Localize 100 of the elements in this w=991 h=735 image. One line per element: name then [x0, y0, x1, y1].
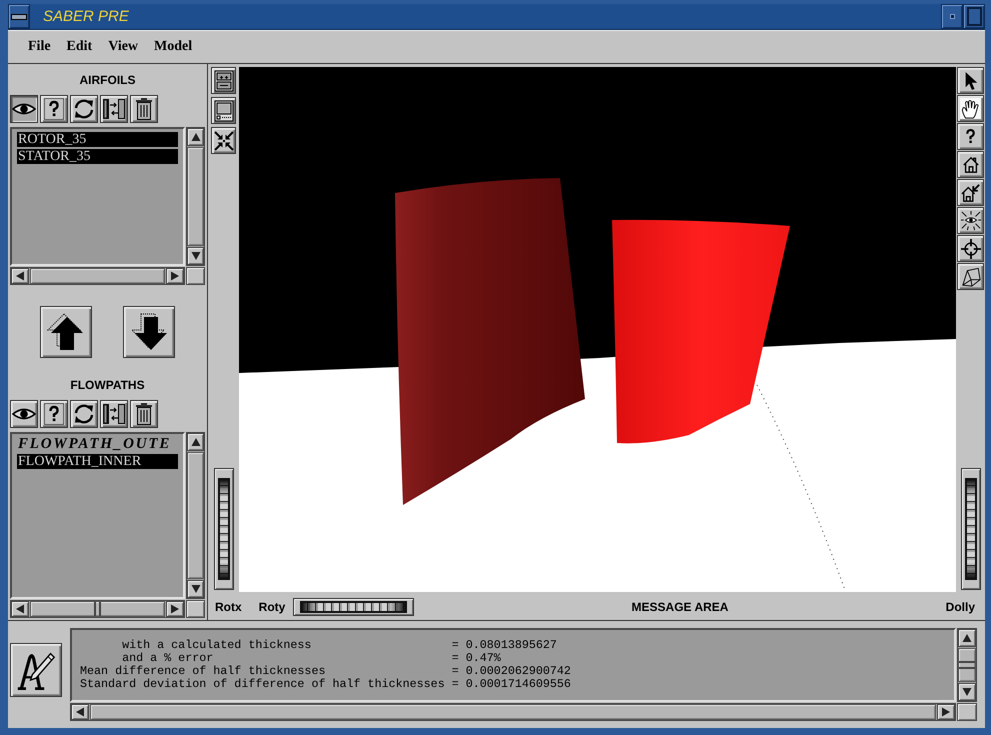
vertical-scrollbar[interactable] [957, 628, 977, 702]
list-item[interactable]: FLOWPATH_OUTE [17, 437, 178, 452]
hand-button[interactable] [957, 95, 984, 122]
thumbwheel[interactable] [214, 468, 234, 590]
vertical-scrollbar[interactable] [186, 432, 205, 599]
horizontal-scrollbar[interactable] [70, 703, 956, 721]
vertical-scrollbar[interactable] [186, 127, 205, 266]
down-arrow-icon [190, 584, 200, 594]
scroll-down-button[interactable] [187, 247, 204, 265]
view-all-button[interactable] [957, 207, 984, 234]
home-button[interactable] [957, 151, 984, 178]
up-arrow-icon [962, 633, 972, 643]
perspective-button[interactable] [957, 263, 984, 290]
scroll-thumb[interactable] [90, 704, 936, 720]
horizontal-scrollbar[interactable] [10, 600, 185, 618]
thumbwheel[interactable] [293, 598, 414, 616]
scroll-thumb[interactable] [958, 648, 976, 682]
up-arrow-icon [46, 312, 86, 352]
message-label: Standard deviation of difference of half thicknesses [80, 678, 445, 691]
move-up-button[interactable] [40, 306, 92, 358]
refresh-icon [73, 403, 95, 425]
delete-button[interactable] [130, 400, 158, 428]
section-title: AIRFOILS [80, 72, 136, 88]
scroll-left-button[interactable] [71, 704, 89, 720]
panel-button[interactable] [211, 67, 236, 94]
down-arrow-icon [129, 312, 169, 352]
visibility-button[interactable] [10, 400, 38, 428]
message-value: = 0.47% [452, 652, 501, 665]
shrink-arrows-icon [214, 130, 234, 150]
crosshair-icon [960, 238, 980, 258]
scroll-thumb[interactable] [187, 452, 204, 579]
window-menu-button[interactable] [8, 4, 30, 29]
down-arrow-icon [962, 687, 972, 697]
right-arrow-icon [941, 707, 951, 717]
pointer-button[interactable] [957, 67, 984, 94]
left-arrow-icon [75, 707, 85, 717]
eye-icon [12, 407, 36, 421]
refresh-button[interactable] [70, 400, 98, 428]
menu-item[interactable]: Edit [66, 39, 92, 55]
scrollbar-corner [957, 703, 977, 721]
visibility-button[interactable] [10, 95, 38, 123]
maximize-button[interactable] [963, 4, 985, 29]
message-value: = 0.0002062900742 [452, 665, 571, 678]
window-title: SABER PRE [43, 8, 129, 25]
pointer-icon [962, 70, 978, 90]
menu-item[interactable]: File [28, 39, 51, 55]
seek-button[interactable] [957, 235, 984, 262]
delete-button[interactable] [130, 95, 158, 123]
scroll-thumb[interactable] [30, 268, 165, 284]
right-arrow-icon [170, 604, 180, 614]
up-arrow-icon [190, 437, 200, 447]
scroll-thumb[interactable] [187, 147, 204, 246]
scroll-right-button[interactable] [937, 704, 955, 720]
scroll-left-button[interactable] [11, 268, 29, 284]
refresh-icon [73, 98, 95, 120]
help-icon [44, 403, 64, 425]
message-area-label: MESSAGE AREA [632, 600, 728, 614]
transfer-arrows-icon [102, 98, 126, 120]
move-down-button[interactable] [123, 306, 175, 358]
scroll-up-button[interactable] [187, 128, 204, 146]
scroll-left-button[interactable] [11, 601, 29, 617]
hand-icon [960, 98, 980, 118]
refresh-button[interactable] [70, 95, 98, 123]
help-button[interactable] [957, 123, 984, 150]
transfer-button[interactable] [100, 400, 128, 428]
edit-button[interactable] [10, 643, 62, 697]
screen-button[interactable] [211, 97, 236, 124]
set-home-button[interactable] [957, 179, 984, 206]
transfer-button[interactable] [100, 95, 128, 123]
help-button[interactable] [40, 400, 68, 428]
section-title: FLOWPATHS [70, 377, 145, 393]
message-value: = 0.0001714609556 [452, 678, 571, 691]
scroll-thumb[interactable] [30, 601, 165, 617]
list-item[interactable]: ROTOR_35 [17, 132, 178, 147]
minimize-button[interactable] [941, 4, 963, 29]
menu-item[interactable]: Model [154, 39, 192, 55]
list-item[interactable]: FLOWPATH_INNER [17, 454, 178, 469]
trash-icon [135, 402, 153, 426]
scroll-down-button[interactable] [187, 580, 204, 598]
scroll-right-button[interactable] [166, 601, 184, 617]
eye-rays-icon [960, 210, 980, 230]
thumbwheel[interactable] [960, 468, 980, 590]
shrink-button[interactable] [211, 127, 236, 154]
bar-icon [11, 14, 27, 20]
right-arrow-icon [170, 271, 180, 281]
scroll-up-button[interactable] [187, 433, 204, 451]
menu-item[interactable]: View [108, 39, 138, 55]
wheel-label: Rotx [215, 600, 242, 614]
scroll-right-button[interactable] [166, 268, 184, 284]
help-button[interactable] [40, 95, 68, 123]
list-item[interactable]: STATOR_35 [17, 149, 178, 164]
left-arrow-icon [15, 271, 25, 281]
scroll-down-button[interactable] [958, 683, 976, 701]
scroll-up-button[interactable] [958, 629, 976, 647]
maximize-icon [966, 7, 982, 26]
horizontal-scrollbar[interactable] [10, 267, 185, 285]
message-label: Mean difference of half thicknesses [80, 665, 326, 678]
down-arrow-icon [190, 251, 200, 261]
eye-icon [12, 102, 36, 116]
wheel-label: Dolly [946, 600, 975, 614]
